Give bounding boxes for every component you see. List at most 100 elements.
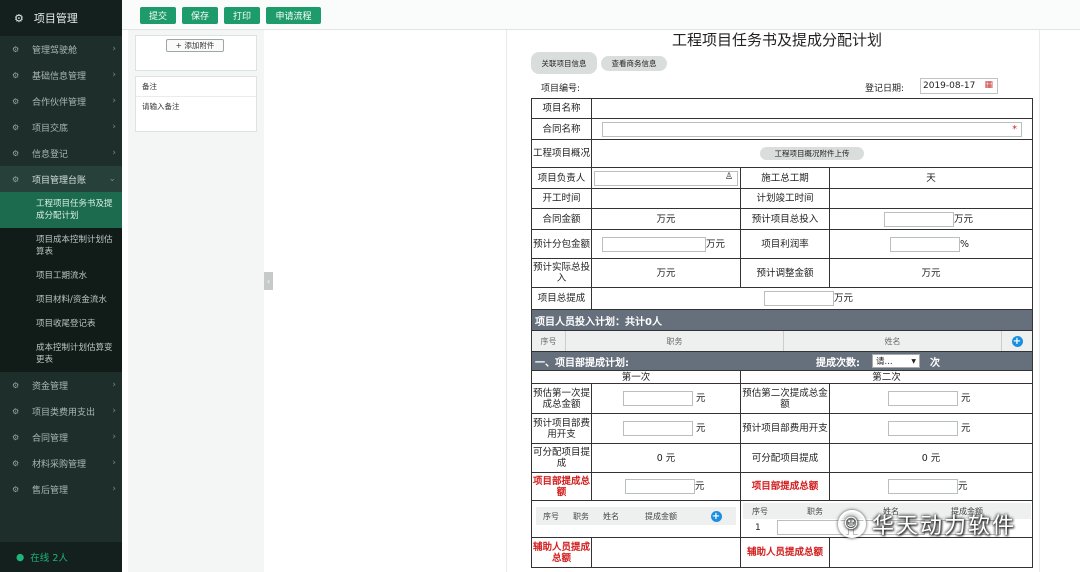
total-period-label: 施工总工期	[741, 168, 830, 188]
times-select[interactable]: 请... ▼	[872, 354, 920, 368]
sidebar: ⚙ 项目管理 ⚙ 管理驾驶舱 › ⚙ 基础信息管理 › ⚙ 合作伙伴管理 › ⚙ 项目交底 › ⚙…	[0, 0, 122, 572]
est-adjust-label: 预计调整金额	[741, 259, 830, 287]
contract-name-cell: *	[592, 119, 1032, 139]
manager-input[interactable]: ♙	[594, 170, 738, 186]
print-button[interactable]: 打印	[224, 7, 260, 24]
toolbar: 提交 保存 打印 申请流程	[122, 0, 1080, 30]
sidebar-item-after-sales[interactable]: ⚙ 售后管理 ›	[0, 476, 122, 502]
settings-icon: ⚙	[12, 380, 20, 390]
sidebar-submenu: 工程项目任务书及提成分配计划 项目成本控制计划估算表 项目工期流水 项目材料/资…	[0, 192, 122, 372]
form-row: 合同名称 *	[531, 119, 1033, 140]
unit-label: %	[960, 238, 970, 250]
watermark-text: 华天动力软件	[872, 514, 1017, 539]
view-business-button[interactable]: 查看商务信息	[601, 56, 667, 71]
est-second-label: 预估第二次提成总金额	[741, 384, 830, 413]
note-box: 备注 请输入备注	[135, 76, 257, 132]
form-row: 预计实际总投入 万元 预计调整金额 万元	[531, 259, 1033, 288]
reg-date-input[interactable]: 2019-08-17 ▦	[920, 78, 998, 94]
assist-total-label-1: 辅助人员提成总额	[532, 538, 592, 567]
second-header: 第二次	[872, 371, 901, 383]
col-name: 姓名	[784, 331, 1002, 351]
add-staff-button[interactable]: +	[1002, 331, 1032, 351]
form-row: 项目名称	[531, 99, 1033, 119]
chevron-right-icon: ›	[112, 484, 116, 494]
dept-plan-bar: 一、项目部提成计划: 提成次数: 请... ▼ 次	[531, 352, 1033, 371]
est-actual-invest-value: 万元	[592, 259, 741, 287]
chevron-right-icon: ›	[112, 122, 116, 132]
sidebar-item-ledger[interactable]: ⚙ 项目管理台账 ⌄	[0, 166, 122, 192]
sidebar-subitem-task-book[interactable]: 工程项目任务书及提成分配计划	[0, 192, 122, 228]
sidebar-item-purchasing[interactable]: ⚙ 材料采购管理 ›	[0, 450, 122, 476]
project-no-label: 项目编号:	[541, 84, 581, 94]
sidebar-item-funds[interactable]: ⚙ 资金管理 ›	[0, 372, 122, 398]
sidebar-item-contracts[interactable]: ⚙ 合同管理 ›	[0, 424, 122, 450]
sidebar-item-registration[interactable]: ⚙ 信息登记 ›	[0, 140, 122, 166]
sidebar-header[interactable]: ⚙ 项目管理	[0, 0, 122, 36]
sidebar-item-cockpit[interactable]: ⚙ 管理驾驶舱 ›	[0, 36, 122, 62]
sidebar-item-label: 资金管理	[32, 381, 69, 392]
chevron-right-icon: ›	[112, 44, 116, 54]
chevron-right-icon: ›	[112, 70, 116, 80]
unit-label: 元	[958, 481, 968, 492]
col-seq: 序号	[752, 506, 768, 516]
col-position: 职务	[566, 331, 784, 351]
est-sub-amount-input[interactable]	[602, 236, 706, 252]
sidebar-item-label: 项目交底	[32, 123, 69, 134]
dept-total-input-2[interactable]	[888, 479, 958, 494]
apply-flow-button[interactable]: 申请流程	[266, 7, 321, 24]
sidebar-item-partners[interactable]: ⚙ 合作伙伴管理 ›	[0, 88, 122, 114]
chevron-down-icon: ▼	[911, 357, 916, 365]
est-total-invest-cell: 万元	[830, 209, 1032, 229]
col-position: 职务	[573, 511, 589, 521]
sidebar-subitem-cost-plan[interactable]: 项目成本控制计划估算表	[0, 228, 122, 264]
form-row: 项目负责人 ♙ 施工总工期 天	[531, 168, 1033, 189]
sidebar-subitem-closing[interactable]: 项目收尾登记表	[0, 312, 122, 336]
user-icon: ●	[16, 551, 25, 563]
est-total-invest-input[interactable]	[884, 211, 954, 227]
collapse-panel-button[interactable]: ‹	[264, 272, 273, 290]
est-first-label: 预估第一次提成总金额	[532, 384, 592, 413]
total-commission-input[interactable]	[764, 291, 834, 306]
add-attachment-button[interactable]: + 添加附件	[166, 39, 224, 52]
est-first-input[interactable]	[623, 391, 693, 406]
dept-total-input-1[interactable]	[625, 479, 695, 494]
chevron-right-icon: ›	[112, 96, 116, 106]
dept-plan-title: 一、项目部提成计划:	[535, 357, 629, 369]
contract-name-input[interactable]: *	[602, 121, 1022, 137]
sub-table-1: 序号 职务 姓名 提成金额 +	[532, 501, 741, 537]
calendar-icon[interactable]: ▦	[984, 80, 993, 90]
save-button[interactable]: 保存	[182, 7, 218, 24]
sidebar-item-basic-info[interactable]: ⚙ 基础信息管理 ›	[0, 62, 122, 88]
dept-total-cell-2: 元	[830, 473, 1032, 500]
sidebar-subitem-schedule-flow[interactable]: 项目工期流水	[0, 264, 122, 288]
submit-button[interactable]: 提交	[140, 7, 176, 24]
times-select-value: 请...	[876, 357, 893, 367]
start-time-label: 开工时间	[532, 189, 592, 208]
assist-total-label-2: 辅助人员提成总额	[741, 538, 830, 567]
start-time-value	[592, 189, 741, 208]
est-actual-invest-label: 预计实际总投入	[532, 259, 592, 287]
overview-upload-button[interactable]: 工程项目概况附件上传	[760, 147, 864, 160]
add-row-button[interactable]: +	[696, 507, 736, 525]
dept-cost-input-2[interactable]	[888, 421, 958, 436]
est-second-input[interactable]	[888, 391, 958, 406]
staff-plan-bar: 项目人员投入计划：共计0人	[531, 310, 1033, 331]
related-project-button[interactable]: 关联项目信息	[531, 52, 597, 74]
sidebar-subitem-cost-change[interactable]: 成本控制计划估算变更表	[0, 336, 122, 372]
chevron-down-icon: ⌄	[108, 174, 116, 184]
left-panel: + 添加附件 备注 请输入备注	[128, 30, 264, 572]
row-seq: 1	[755, 522, 761, 533]
dept-cost-input-1[interactable]	[623, 421, 693, 436]
profit-rate-input[interactable]	[890, 236, 960, 252]
note-input[interactable]: 请输入备注	[136, 97, 256, 116]
user-icon[interactable]: ♙	[725, 172, 733, 183]
est-total-invest-label: 预计项目总投入	[741, 209, 830, 229]
contract-name-label: 合同名称	[532, 119, 592, 139]
sidebar-item-handover[interactable]: ⚙ 项目交底 ›	[0, 114, 122, 140]
online-count: 在线 2人	[30, 553, 68, 564]
dept-total-label-1: 项目部提成总额	[532, 473, 592, 500]
dept-cost-cell-1: 元	[592, 414, 741, 443]
sidebar-item-expenses[interactable]: ⚙ 项目类费用支出 ›	[0, 398, 122, 424]
sidebar-subitem-material-flow[interactable]: 项目材料/资金流水	[0, 288, 122, 312]
unit-label: 元	[961, 423, 971, 434]
